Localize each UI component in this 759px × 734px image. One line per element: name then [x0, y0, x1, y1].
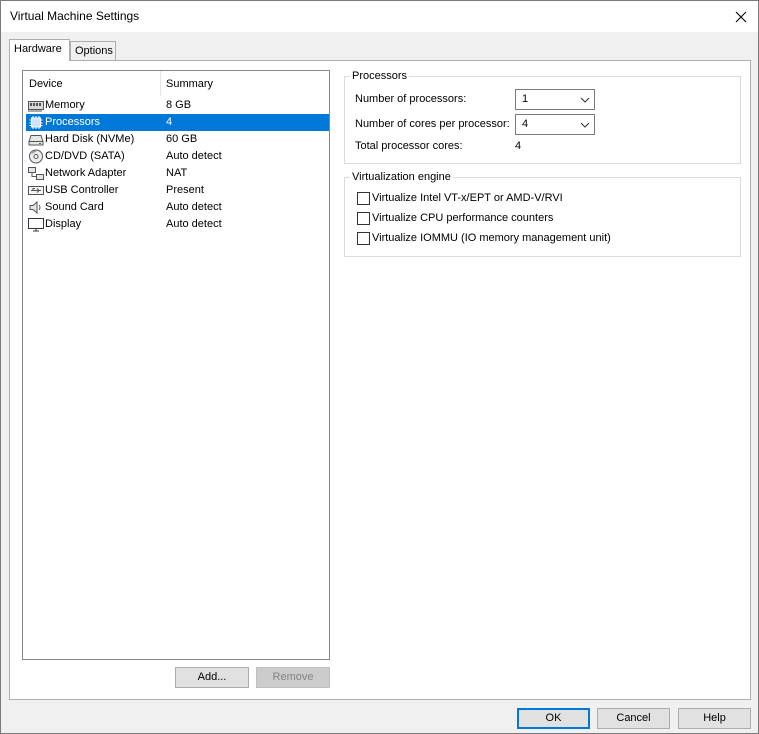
- device-name: Processors: [45, 116, 101, 128]
- checkbox-box[interactable]: [357, 212, 370, 225]
- device-name: Display: [45, 218, 82, 230]
- num-processors-label: Number of processors:: [355, 93, 467, 105]
- usb-icon: [28, 183, 44, 198]
- window-title: Virtual Machine Settings: [10, 9, 140, 23]
- device-row-sound-card[interactable]: Sound Card Auto detect: [26, 199, 329, 216]
- cores-per-processor-label: Number of cores per processor:: [355, 118, 510, 130]
- device-row-network-adapter[interactable]: Network Adapter NAT: [26, 165, 329, 182]
- display-icon: [28, 217, 44, 232]
- memory-icon: [28, 98, 44, 113]
- device-row-hard-disk[interactable]: Hard Disk (NVMe) 60 GB: [26, 131, 329, 148]
- add-button[interactable]: Add...: [175, 667, 249, 688]
- num-processors-select[interactable]: 1: [515, 89, 595, 110]
- device-summary: 8 GB: [166, 99, 192, 111]
- hard-disk-icon: [28, 132, 44, 147]
- device-summary: 60 GB: [166, 133, 198, 145]
- tab-options-label: Options: [75, 45, 113, 57]
- tab-options[interactable]: Options: [70, 41, 116, 60]
- close-button[interactable]: [724, 1, 758, 32]
- device-name: USB Controller: [45, 184, 119, 196]
- device-name: Memory: [45, 99, 85, 111]
- column-header-device[interactable]: Device: [29, 78, 63, 90]
- num-processors-value: 1: [522, 93, 529, 105]
- remove-button[interactable]: Remove: [256, 667, 330, 688]
- device-name: Sound Card: [45, 201, 104, 213]
- checkbox-label: Virtualize CPU performance counters: [372, 212, 554, 224]
- column-header-summary[interactable]: Summary: [166, 78, 213, 90]
- column-divider[interactable]: [160, 71, 161, 96]
- processors-group: Processors Number of processors: 1 Numbe…: [344, 70, 741, 164]
- device-row-usb-controller[interactable]: USB Controller Present: [26, 182, 329, 199]
- device-row-display[interactable]: Display Auto detect: [26, 216, 329, 233]
- chevron-down-icon: [580, 120, 590, 130]
- title-bar: Virtual Machine Settings: [1, 1, 758, 32]
- checkbox-box[interactable]: [357, 192, 370, 205]
- sound-card-icon: [28, 200, 44, 215]
- processor-icon: [28, 115, 44, 130]
- device-name: Network Adapter: [45, 167, 127, 179]
- virtualization-group-title: Virtualization engine: [350, 171, 453, 183]
- virtualization-engine-group: Virtualization engine Virtualize Intel V…: [344, 171, 741, 257]
- tab-hardware-label: Hardware: [14, 43, 62, 55]
- device-list-header: Device Summary: [23, 71, 329, 96]
- device-summary: Auto detect: [166, 201, 222, 213]
- cores-per-processor-select[interactable]: 4: [515, 114, 595, 135]
- device-summary: Present: [166, 184, 204, 196]
- vm-settings-dialog: Virtual Machine Settings Hardware Option…: [0, 0, 759, 734]
- cd-dvd-icon: [28, 149, 44, 164]
- close-icon: [735, 11, 747, 22]
- device-row-memory[interactable]: Memory 8 GB: [26, 97, 329, 114]
- tab-hardware[interactable]: Hardware: [9, 39, 70, 61]
- cancel-button[interactable]: Cancel: [597, 708, 670, 729]
- device-list[interactable]: Device Summary Memory 8 GB Processors 4 …: [22, 70, 330, 660]
- device-name: Hard Disk (NVMe): [45, 133, 135, 145]
- checkbox-label: Virtualize IOMMU (IO memory management u…: [372, 232, 611, 244]
- processors-group-title: Processors: [350, 70, 410, 82]
- device-name: CD/DVD (SATA): [45, 150, 125, 162]
- device-summary: NAT: [166, 167, 188, 179]
- device-row-processors[interactable]: Processors 4: [26, 114, 329, 131]
- cores-per-processor-value: 4: [522, 118, 529, 130]
- checkbox-label: Virtualize Intel VT-x/EPT or AMD-V/RVI: [372, 192, 563, 204]
- device-summary: 4: [166, 116, 173, 128]
- chevron-down-icon: [580, 95, 590, 105]
- device-summary: Auto detect: [166, 218, 222, 230]
- total-cores-label: Total processor cores:: [355, 140, 463, 152]
- network-adapter-icon: [28, 166, 44, 181]
- help-button[interactable]: Help: [678, 708, 751, 729]
- total-cores-value: 4: [515, 140, 522, 152]
- checkbox-box[interactable]: [357, 232, 370, 245]
- device-row-cd-dvd[interactable]: CD/DVD (SATA) Auto detect: [26, 148, 329, 165]
- ok-button[interactable]: OK: [517, 708, 590, 729]
- hardware-panel: Device Summary Memory 8 GB Processors 4 …: [9, 60, 751, 700]
- device-summary: Auto detect: [166, 150, 222, 162]
